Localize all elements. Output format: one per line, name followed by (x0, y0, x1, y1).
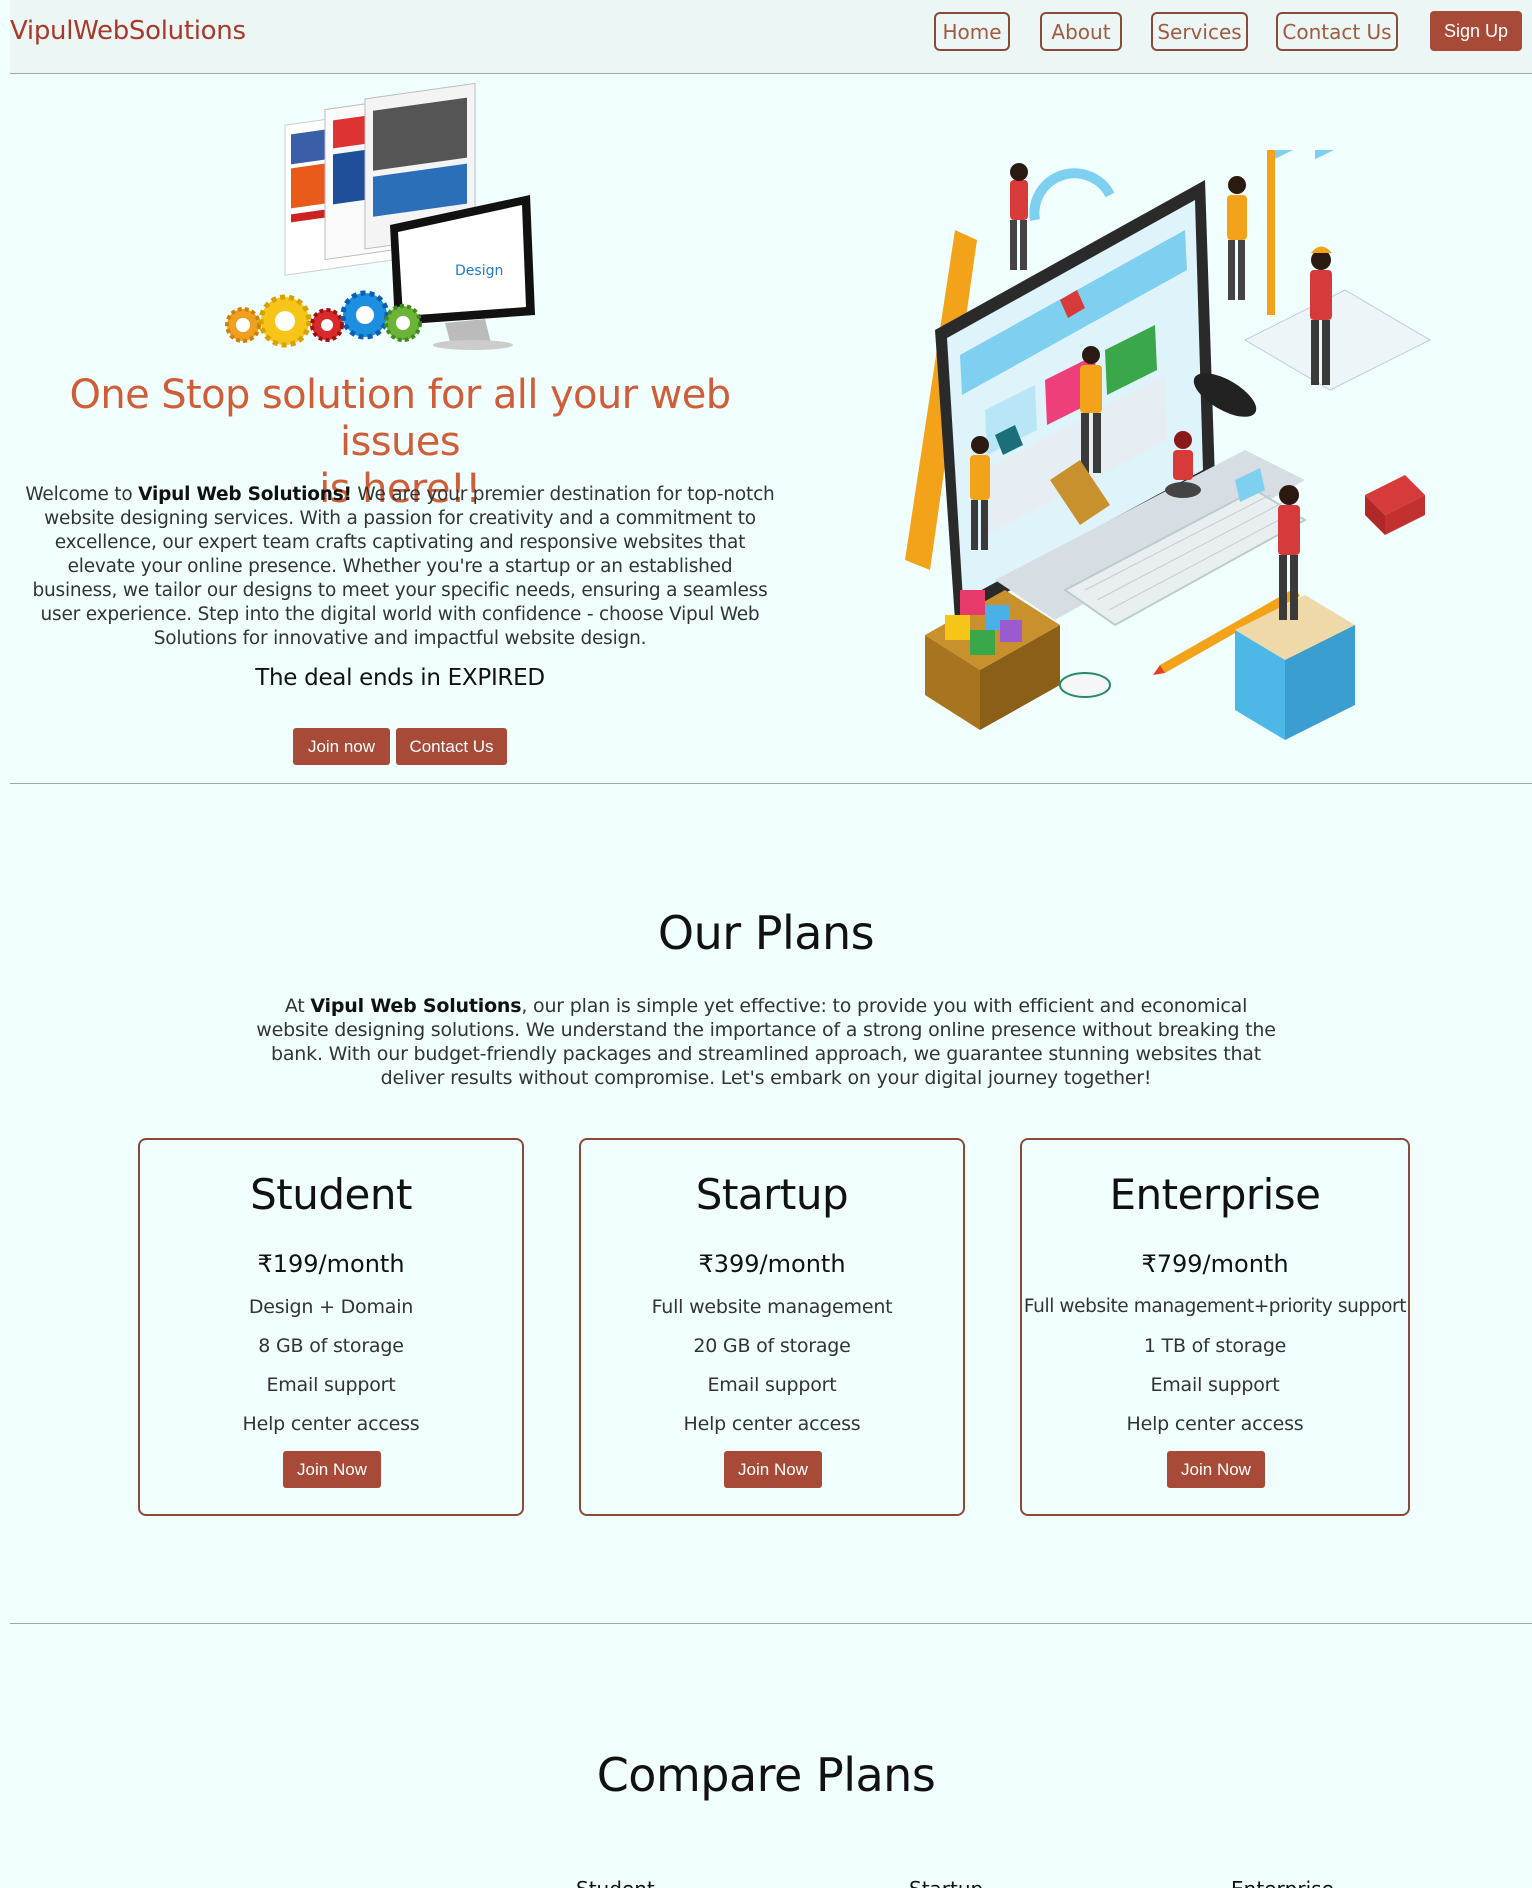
hero-headline-line1: One Stop solution for all your web issue… (69, 372, 731, 465)
plan-feature: Email support (1150, 1374, 1280, 1396)
join-now-button[interactable]: Join now (293, 728, 390, 765)
plan-name: Startup (695, 1170, 849, 1219)
compare-col-enterprise: Enterprise (1231, 1877, 1334, 1888)
brand-logo[interactable]: VipulWebSolutions (10, 16, 246, 46)
deal-countdown: The deal ends in EXPIRED (255, 665, 545, 691)
plan-feature: Design + Domain (248, 1296, 414, 1318)
plan-feature: Full website management+priority support (1023, 1296, 1407, 1317)
nav-contact-link[interactable]: Contact Us (1276, 12, 1398, 51)
plan-feature: Full website management (651, 1296, 893, 1318)
hero-text-body: We are your premier destination for top-… (32, 484, 775, 649)
section-divider (10, 1623, 1532, 1624)
page: VipulWebSolutions Home About Services Co… (0, 0, 1532, 1888)
nav-about-link[interactable]: About (1040, 12, 1122, 51)
plans-text-prefix: At (284, 995, 311, 1017)
plan-feature: Help center access (1126, 1413, 1304, 1435)
plan-card-enterprise: Enterprise ₹799/month Full website manag… (1020, 1138, 1410, 1516)
hero-text-brand: Vipul Web Solutions! (138, 484, 352, 505)
plan-name: Enterprise (1109, 1170, 1321, 1219)
plan-feature: Help center access (242, 1413, 420, 1435)
plan-card-student: Student ₹199/month Design + Domain 8 GB … (138, 1138, 524, 1516)
web-design-illustration: Design (225, 82, 535, 350)
nav-services-link[interactable]: Services (1151, 12, 1248, 51)
plans-text-brand: Vipul Web Solutions (310, 995, 522, 1017)
plan-join-button[interactable]: Join Now (724, 1451, 822, 1488)
plan-feature: Help center access (683, 1413, 861, 1435)
plan-feature: 1 TB of storage (1143, 1335, 1287, 1357)
plan-price: ₹799/month (1141, 1250, 1289, 1278)
plan-feature: Email support (707, 1374, 837, 1396)
plan-price: ₹199/month (257, 1250, 405, 1278)
signup-button[interactable]: Sign Up (1430, 11, 1522, 51)
plan-join-button[interactable]: Join Now (283, 1451, 381, 1488)
svg-text:Design: Design (455, 263, 503, 279)
plans-description: At Vipul Web Solutions, our plan is simp… (250, 994, 1282, 1090)
nav-home-link[interactable]: Home (934, 12, 1010, 51)
plan-feature: 20 GB of storage (693, 1335, 851, 1357)
hero-description: Welcome to Vipul Web Solutions! We are y… (25, 483, 775, 651)
compare-title: Compare Plans (596, 1748, 936, 1802)
plan-feature: 8 GB of storage (258, 1335, 404, 1357)
plan-name: Student (250, 1170, 412, 1219)
compare-col-student: Student (576, 1877, 655, 1888)
plan-feature: Email support (266, 1374, 396, 1396)
section-divider (10, 783, 1532, 784)
plans-title: Our Plans (657, 906, 875, 960)
hero-text-prefix: Welcome to (25, 484, 139, 505)
plan-join-button[interactable]: Join Now (1167, 1451, 1265, 1488)
navbar: VipulWebSolutions Home About Services Co… (10, 0, 1532, 74)
contact-us-button[interactable]: Contact Us (396, 728, 507, 765)
team-building-website-illustration (905, 150, 1432, 740)
plan-card-startup: Startup ₹399/month Full website manageme… (579, 1138, 965, 1516)
compare-col-startup: Startup (909, 1877, 983, 1888)
plan-price: ₹399/month (698, 1250, 846, 1278)
